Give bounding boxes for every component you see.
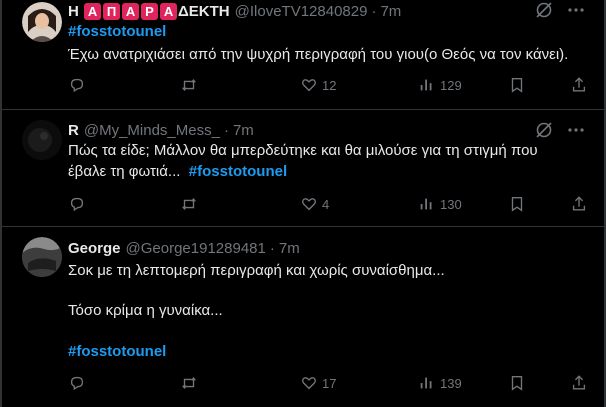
bookmark-icon <box>511 78 523 93</box>
grok-icon[interactable] <box>534 120 554 140</box>
name-badge-letter: Α <box>160 2 178 20</box>
views-button[interactable]: 130 <box>418 194 462 214</box>
tweet-3[interactable]: George @George191289481 · 7m Σοκ με τη λ… <box>2 228 604 407</box>
name-badge-letter: Α <box>84 2 102 20</box>
name-badge-letter: Ρ <box>141 2 159 20</box>
name-badge-letter: Α <box>122 2 140 20</box>
timestamp[interactable]: 7m <box>279 240 300 257</box>
avatar-image <box>22 120 62 160</box>
hashtag-link[interactable]: #fosstotounel <box>68 342 166 362</box>
tweet-text-line: Σοκ με τη λεπτομερή περιγραφή και χωρίς … <box>68 262 445 279</box>
bookmark-button[interactable] <box>508 75 526 95</box>
hashtag-link[interactable]: #fosstotounel <box>189 163 287 180</box>
tweet-1[interactable]: Η Α Π Α Ρ Α ΔΕΚΤΗ @IloveTV12840829 · 7m … <box>2 0 604 110</box>
views-icon <box>420 198 432 210</box>
views-icon <box>420 377 432 389</box>
retweet-button[interactable] <box>180 373 198 393</box>
grok-icon[interactable] <box>534 0 554 20</box>
retweet-icon <box>182 376 196 390</box>
bookmark-icon <box>511 376 523 391</box>
like-count: 4 <box>322 196 330 212</box>
retweet-icon <box>182 197 196 211</box>
author-handle[interactable]: @IloveTV12840829 <box>235 3 368 20</box>
tweet-text: Έχω ανατριχιάσει από την ψυχρή περιγραφή… <box>68 46 569 63</box>
hashtag-link[interactable]: #fosstotounel <box>68 22 166 42</box>
share-button[interactable] <box>570 373 588 393</box>
avatar-image <box>22 237 62 277</box>
like-button[interactable]: 12 <box>300 75 336 95</box>
avatar[interactable] <box>22 2 62 42</box>
reply-icon <box>70 78 84 93</box>
tweet-text-line-2: Τόσο κρίμα η γυναίκα... <box>68 302 223 319</box>
separator-dot: · <box>371 2 377 20</box>
author-name[interactable]: George <box>68 240 121 257</box>
share-button[interactable] <box>570 75 588 95</box>
view-count: 129 <box>440 77 462 93</box>
like-button[interactable]: 4 <box>300 194 329 214</box>
avatar[interactable] <box>22 120 62 160</box>
avatar-image <box>22 2 62 42</box>
like-button[interactable]: 17 <box>300 373 336 393</box>
author-handle[interactable]: @My_Minds_Mess_ <box>84 122 220 139</box>
author-handle[interactable]: @George191289481 <box>126 240 266 257</box>
view-count: 139 <box>440 375 462 391</box>
timestamp[interactable]: 7m <box>233 122 254 139</box>
heart-icon <box>302 198 316 211</box>
reply-button[interactable] <box>68 194 86 214</box>
more-options-icon[interactable] <box>566 120 586 140</box>
heart-icon <box>302 377 316 390</box>
timestamp[interactable]: 7m <box>380 3 401 20</box>
bookmark-button[interactable] <box>508 194 526 214</box>
tweet-2[interactable]: R @My_Minds_Mess_ · 7m Πώς τα είδε; Μάλλ… <box>2 111 604 227</box>
share-icon <box>572 196 586 211</box>
retweet-button[interactable] <box>180 75 198 95</box>
author-name[interactable]: Η Α Π Α Ρ Α ΔΕΚΤΗ <box>68 2 230 20</box>
retweet-button[interactable] <box>180 194 198 214</box>
more-options-icon[interactable] <box>566 0 586 20</box>
reply-icon <box>70 376 84 391</box>
share-button[interactable] <box>570 194 588 214</box>
bookmark-icon <box>511 197 523 212</box>
avatar[interactable] <box>22 237 62 277</box>
views-icon <box>420 79 432 91</box>
author-name[interactable]: R <box>68 122 79 139</box>
tweet-text: έβαλε τη φωτιά... <box>68 163 181 180</box>
views-button[interactable]: 129 <box>418 75 462 95</box>
retweet-icon <box>182 78 196 92</box>
bookmark-button[interactable] <box>508 373 526 393</box>
like-count: 17 <box>322 375 337 391</box>
view-count: 130 <box>440 196 462 212</box>
heart-icon <box>302 79 316 92</box>
reply-icon <box>70 197 84 212</box>
tweet-text-line-2: έβαλε τη φωτιά... #fosstotounel <box>68 162 287 182</box>
share-icon <box>572 375 586 390</box>
reply-button[interactable] <box>68 75 86 95</box>
reply-button[interactable] <box>68 373 86 393</box>
like-count: 12 <box>322 77 337 93</box>
share-icon <box>572 77 586 92</box>
name-badge-letter: Π <box>103 2 121 20</box>
separator-dot: · <box>223 121 229 139</box>
separator-dot: · <box>269 239 275 257</box>
views-button[interactable]: 139 <box>418 373 462 393</box>
tweet-text-line: Πώς τα είδε; Μάλλον θα μπερδεύτηκε και θ… <box>68 142 538 159</box>
